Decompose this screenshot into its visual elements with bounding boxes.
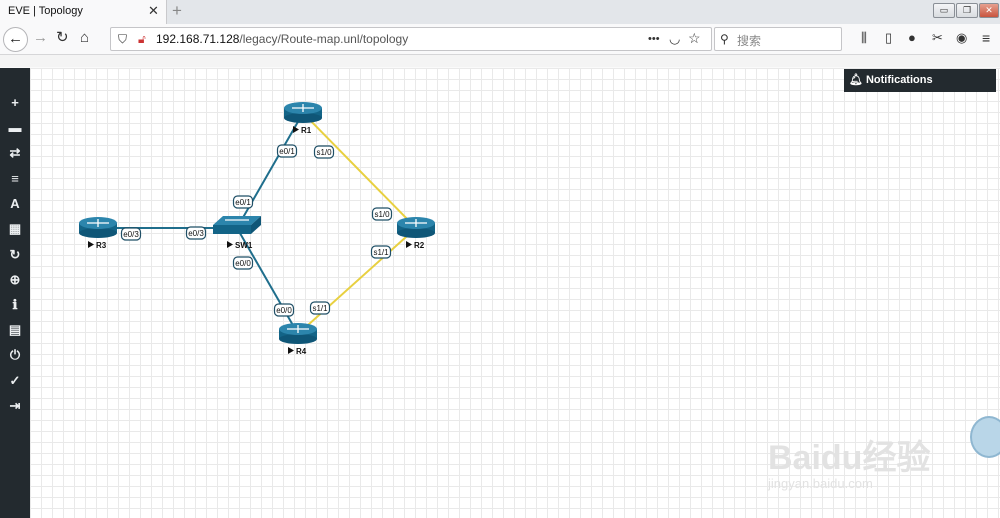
shield-icon[interactable]: ⛉ xyxy=(118,30,127,48)
browser-tab-bar: EVE | Topology ✕ + ▭ ❐ ✕ xyxy=(0,0,1000,24)
window-close-icon[interactable]: ✕ xyxy=(979,3,999,18)
minimize-icon[interactable]: ▭ xyxy=(933,3,955,18)
page-actions-icon[interactable]: ••• xyxy=(648,30,660,48)
interface-text: s1/0 xyxy=(374,210,390,219)
sidebar-item-11[interactable]: ✓ xyxy=(0,371,30,391)
switch-front xyxy=(213,225,251,234)
interface-text: s1/0 xyxy=(316,148,332,157)
bookmark-star-icon[interactable]: ☆ xyxy=(688,29,701,47)
assistant-avatar[interactable] xyxy=(970,416,1000,458)
interface-label-R1-s1-0[interactable]: s1/0 xyxy=(313,145,335,159)
interface-label-SW1-e0-3[interactable]: e0/3 xyxy=(185,226,207,240)
interface-text: e0/1 xyxy=(235,198,251,207)
menu-icon[interactable]: ≡ xyxy=(982,29,990,47)
interface-label-R2-s1-1[interactable]: s1/1 xyxy=(370,245,392,259)
notifications-label: Notifications xyxy=(865,74,933,86)
baidu-watermark: Baidu经验 xyxy=(768,439,931,477)
search-icon: ⚲ xyxy=(720,32,729,46)
notifications-button[interactable]: 🔔︎ Notifications xyxy=(844,69,996,92)
url-path: /legacy/Route-map.unl/topology xyxy=(239,32,409,46)
baidu-watermark-url: jingyan.baidu.com xyxy=(768,476,873,491)
interface-label-R4-s1-1[interactable]: s1/1 xyxy=(309,301,331,315)
tab-title: EVE | Topology xyxy=(8,5,83,17)
node-label: SW1 xyxy=(235,241,253,250)
interface-label-SW1-e0-0[interactable]: e0/0 xyxy=(232,256,254,270)
back-icon[interactable]: ← xyxy=(3,27,28,52)
interface-text: s1/1 xyxy=(373,248,389,257)
sidebar-item-10[interactable]: ⏻ xyxy=(0,345,30,365)
sidebar-item-12[interactable]: ⇥ xyxy=(0,396,30,416)
sidebar-toggle-icon[interactable]: ▯ xyxy=(885,29,892,47)
browser-tab[interactable]: EVE | Topology ✕ xyxy=(0,0,167,24)
chat-icon[interactable]: ● xyxy=(908,29,916,47)
bell-icon: 🔔︎ xyxy=(849,74,863,86)
insecure-lock-icon[interactable]: 🔓︎ xyxy=(138,30,146,48)
interface-label-R4-e0-0[interactable]: e0/0 xyxy=(273,303,295,317)
eve-sidebar: + ▬ ⇄ ≡ A ▦ ↻ ⊕ ℹ ▤ ⏻ ✓ ⇥ xyxy=(0,68,30,518)
node-label: R3 xyxy=(96,241,107,250)
sidebar-item-0[interactable]: + xyxy=(0,93,30,113)
interface-label-R1-e0-1[interactable]: e0/1 xyxy=(276,144,298,158)
sidebar-item-2[interactable]: ⇄ xyxy=(0,143,30,163)
router-base xyxy=(397,228,435,238)
search-box[interactable]: ⚲ 搜索 xyxy=(714,27,842,51)
forward-icon[interactable]: → xyxy=(33,29,48,47)
browser-nav-bar: ← → ↻ ⌂ ⛉ 🔓︎ 192.168.71.128/legacy/Route… xyxy=(0,24,1000,55)
node-label: R2 xyxy=(414,241,425,250)
sidebar-item-1[interactable]: ▬ xyxy=(0,118,30,138)
node-label: R4 xyxy=(296,347,307,356)
router-base xyxy=(279,334,317,344)
interface-label-SW1-e0-1[interactable]: e0/1 xyxy=(232,195,254,209)
interface-text: e0/1 xyxy=(279,147,295,156)
tab-close-icon[interactable]: ✕ xyxy=(148,3,159,19)
screenshot-icon[interactable]: ✂ xyxy=(932,29,943,47)
home-icon[interactable]: ⌂ xyxy=(80,29,89,47)
node-label: R1 xyxy=(301,126,312,135)
interface-text: s1/1 xyxy=(312,304,328,313)
sidebar-item-6[interactable]: ↻ xyxy=(0,245,30,265)
router-base xyxy=(284,113,322,123)
sidebar-item-9[interactable]: ▤ xyxy=(0,320,30,340)
url-text: 192.168.71.128/legacy/Route-map.unl/topo… xyxy=(156,32,408,46)
reload-icon[interactable]: ↻ xyxy=(56,29,69,47)
sidebar-item-3[interactable]: ≡ xyxy=(0,169,30,189)
sidebar-item-5[interactable]: ▦ xyxy=(0,219,30,239)
search-placeholder: 搜索 xyxy=(737,34,762,48)
new-tab-icon[interactable]: + xyxy=(172,1,182,21)
interface-text: e0/3 xyxy=(188,229,204,238)
account-icon[interactable]: ◉ xyxy=(956,29,967,47)
interface-text: e0/0 xyxy=(276,306,292,315)
sidebar-item-8[interactable]: ℹ xyxy=(0,295,30,315)
interface-text: e0/0 xyxy=(235,259,251,268)
interface-text: e0/3 xyxy=(123,230,139,239)
library-icon[interactable]: ⫼ xyxy=(861,29,867,47)
url-host: 192.168.71.128 xyxy=(156,32,240,46)
pocket-icon[interactable]: ◡ xyxy=(669,30,680,48)
interface-label-R2-s1-0[interactable]: s1/0 xyxy=(371,207,393,221)
address-bar[interactable]: ⛉ 🔓︎ 192.168.71.128/legacy/Route-map.unl… xyxy=(110,27,712,51)
restore-icon[interactable]: ❐ xyxy=(956,3,978,18)
top-strip xyxy=(0,55,1000,67)
sidebar-item-4[interactable]: A xyxy=(0,194,30,214)
router-base xyxy=(79,228,117,238)
sidebar-item-7[interactable]: ⊕ xyxy=(0,270,30,290)
interface-label-R3-e0-3[interactable]: e0/3 xyxy=(120,227,142,241)
